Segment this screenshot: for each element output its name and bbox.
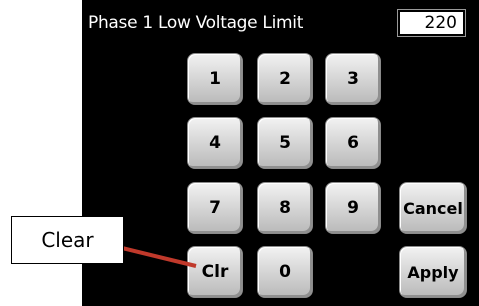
key-5[interactable]: 5	[257, 117, 313, 169]
key-3[interactable]: 3	[325, 53, 381, 105]
key-2[interactable]: 2	[257, 53, 313, 105]
key-4[interactable]: 4	[187, 117, 243, 169]
key-9[interactable]: 9	[325, 182, 381, 234]
apply-button[interactable]: Apply	[399, 246, 467, 298]
cancel-button[interactable]: Cancel	[399, 182, 467, 234]
clear-callout-label: Clear	[11, 216, 124, 264]
parameter-title: Phase 1 Low Voltage Limit	[88, 13, 304, 33]
stage: Phase 1 Low Voltage Limit 220 1 2 3 4 5 …	[0, 0, 479, 306]
clear-button[interactable]: Clr	[187, 246, 243, 298]
key-0[interactable]: 0	[257, 246, 313, 298]
key-7[interactable]: 7	[187, 182, 243, 234]
key-8[interactable]: 8	[257, 182, 313, 234]
key-1[interactable]: 1	[187, 53, 243, 105]
value-display: 220	[398, 10, 465, 36]
key-6[interactable]: 6	[325, 117, 381, 169]
